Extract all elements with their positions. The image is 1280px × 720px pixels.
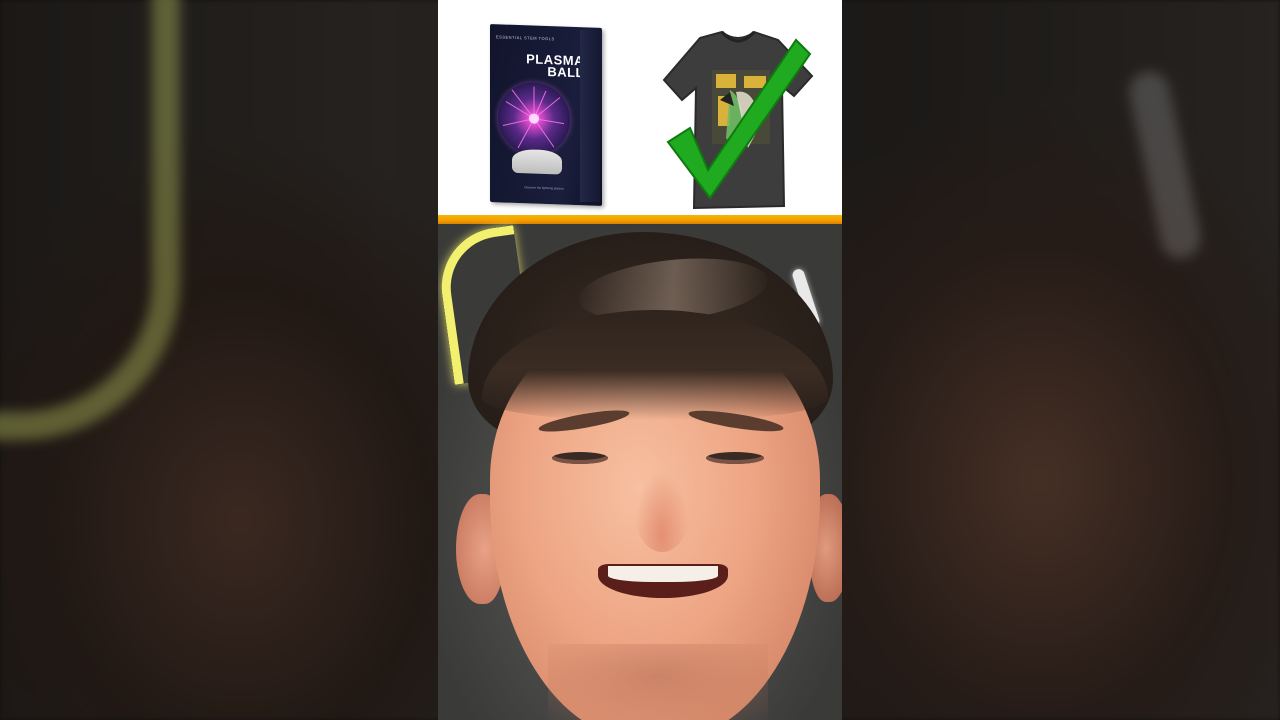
plasma-filaments xyxy=(502,86,565,149)
plasma-box-side xyxy=(580,30,600,202)
vertical-video[interactable]: ESSENTIAL STEM TOOLS PLASMA BALL Discove… xyxy=(438,0,842,720)
right-eye xyxy=(706,452,764,464)
box-fine-print: Discover the lightning plasma xyxy=(524,185,564,191)
box-title: PLASMA BALL xyxy=(504,51,584,80)
plasma-orb xyxy=(498,81,570,156)
left-eye xyxy=(552,452,608,464)
person-video-frame xyxy=(438,224,842,720)
nose xyxy=(634,470,690,552)
video-stage: ESSENTIAL STEM TOOLS PLASMA BALL Discove… xyxy=(0,0,1280,720)
teeth xyxy=(608,566,718,582)
graphic-tshirt-image xyxy=(660,30,816,210)
panel-divider-bar xyxy=(438,215,842,224)
plasma-ball-base xyxy=(512,148,562,175)
box-top-label: ESSENTIAL STEM TOOLS xyxy=(496,34,555,42)
chin-shadow xyxy=(548,644,768,720)
checkmark-icon xyxy=(666,38,812,200)
product-comparison-panel: ESSENTIAL STEM TOOLS PLASMA BALL Discove… xyxy=(438,0,842,215)
